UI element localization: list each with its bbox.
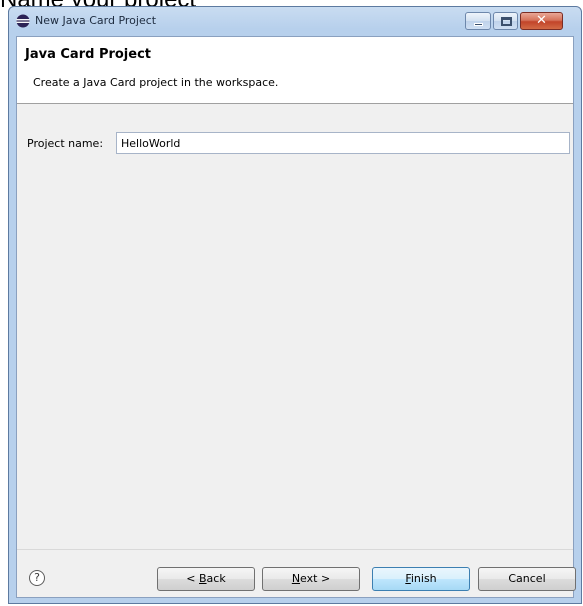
project-name-label: Project name:	[27, 137, 104, 150]
next-button-mnemonic: N	[291, 572, 301, 585]
wizard-page-title: Java Card Project	[25, 47, 152, 62]
back-button-prefix: <	[186, 572, 199, 585]
maximize-button[interactable]	[493, 12, 518, 30]
next-button[interactable]: Next >	[262, 567, 360, 591]
help-icon[interactable]: ?	[29, 570, 45, 586]
minimize-icon	[474, 23, 483, 26]
close-button[interactable]: ✕	[520, 12, 563, 30]
wizard-banner: Java Card Project Create a Java Card pro…	[17, 37, 573, 104]
footer-divider	[17, 549, 573, 550]
close-icon: ✕	[536, 13, 547, 28]
back-button[interactable]: < Back	[157, 567, 255, 591]
back-button-label: ack	[206, 572, 226, 585]
maximize-icon	[501, 17, 512, 26]
finish-button[interactable]: Finish	[372, 567, 470, 591]
next-button-label: ext >	[300, 572, 331, 585]
wizard-page-description: Create a Java Card project in the worksp…	[33, 76, 279, 89]
dialog-client-area: Java Card Project Create a Java Card pro…	[16, 36, 576, 598]
finish-button-label: inish	[410, 572, 437, 585]
eclipse-icon	[16, 14, 30, 28]
minimize-button[interactable]	[465, 12, 491, 30]
cancel-button[interactable]: Cancel	[478, 567, 576, 591]
new-project-dialog: New Java Card Project ✕ Java Card Projec…	[8, 6, 582, 604]
title-bar[interactable]: New Java Card Project ✕	[9, 7, 581, 35]
window-title: New Java Card Project	[35, 14, 157, 27]
back-button-mnemonic: B	[199, 572, 207, 585]
project-name-input[interactable]	[116, 132, 570, 154]
